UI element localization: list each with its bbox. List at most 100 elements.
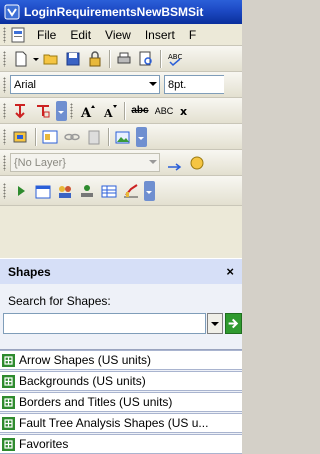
- small-caps-button[interactable]: ABC: [152, 100, 176, 122]
- format-toolbar: Arial 8pt.: [0, 72, 242, 98]
- menu-file[interactable]: File: [30, 28, 63, 42]
- window-title-bar[interactable]: LoginRequirementsNewBSMSit: [0, 0, 242, 24]
- menu-bar: File Edit View Insert F: [0, 24, 242, 46]
- stencil-item[interactable]: Borders and Titles (US units): [0, 392, 242, 412]
- open-button[interactable]: [40, 48, 62, 70]
- clipboard-icon: [88, 130, 100, 144]
- toolbar-grip[interactable]: [3, 76, 6, 93]
- new-dropdown[interactable]: [32, 48, 40, 70]
- subscript-button[interactable]: x: [176, 100, 198, 122]
- shapes-panel-header: Shapes ×: [0, 258, 242, 284]
- text-direction-button[interactable]: [10, 100, 32, 122]
- arrow-right-icon: [228, 318, 239, 329]
- strikethrough-button[interactable]: abc: [128, 100, 152, 122]
- increase-font-button[interactable]: A: [77, 100, 99, 122]
- calendar-icon: [35, 185, 51, 198]
- menubar-grip[interactable]: [3, 26, 6, 43]
- stencil-icon: [2, 374, 15, 388]
- clipboard-button[interactable]: [83, 126, 105, 148]
- people-button[interactable]: [54, 180, 76, 202]
- svg-text:A: A: [103, 107, 113, 119]
- search-go-button[interactable]: [225, 313, 242, 334]
- search-options-dropdown[interactable]: [207, 313, 223, 334]
- stencil-item[interactable]: Backgrounds (US units): [0, 371, 242, 391]
- toolbar-overflow-chevron[interactable]: [56, 100, 67, 121]
- font-size-combo[interactable]: 8pt.: [164, 75, 224, 94]
- layer-combo[interactable]: {No Layer}: [10, 153, 160, 172]
- format-painter-button[interactable]: [10, 126, 32, 148]
- close-icon[interactable]: ×: [226, 264, 234, 279]
- drawing-toolbar: [0, 124, 242, 150]
- layer-value: {No Layer}: [14, 156, 66, 169]
- format-shape-icon: [13, 131, 27, 142]
- save-button[interactable]: [62, 48, 84, 70]
- toolbar-dock-area: [0, 206, 242, 258]
- spelling-button[interactable]: ABC: [164, 48, 186, 70]
- developer-toolbar: [0, 176, 242, 206]
- font-name-combo[interactable]: Arial: [10, 75, 160, 94]
- text-block-button[interactable]: [32, 100, 54, 122]
- stencil-item[interactable]: Fault Tree Analysis Shapes (US u...: [0, 413, 242, 433]
- lock-icon: [89, 50, 101, 66]
- decrease-font-icon: A: [103, 104, 117, 119]
- run-button[interactable]: [10, 180, 32, 202]
- calendar-button[interactable]: [32, 180, 54, 202]
- permission-button[interactable]: [84, 48, 106, 70]
- visio-app-icon: [4, 4, 20, 20]
- chart-icon: [124, 183, 138, 197]
- toolbar-grip[interactable]: [3, 128, 6, 145]
- text-block-red-icon: [15, 103, 25, 118]
- stencil-icon: [2, 395, 15, 409]
- svg-text:A: A: [80, 106, 92, 119]
- hyperlink-button[interactable]: [61, 126, 83, 148]
- toolbar-separator: [124, 101, 125, 120]
- menu-edit[interactable]: Edit: [63, 28, 98, 42]
- chevron-down-icon[interactable]: [149, 82, 157, 90]
- spelling-check-icon: ABC: [168, 53, 182, 66]
- text-toolbar: A A abc ABC x: [0, 98, 242, 124]
- chevron-down-icon[interactable]: [149, 160, 157, 168]
- document-icon[interactable]: [10, 27, 26, 43]
- org-chart-icon: [81, 184, 93, 197]
- layer-toolbar: {No Layer}: [0, 150, 242, 176]
- new-button[interactable]: [10, 48, 32, 70]
- svg-text:x: x: [180, 105, 187, 118]
- toolbar-grip[interactable]: [3, 102, 6, 119]
- toolbar-grip[interactable]: [3, 182, 6, 199]
- toolbar-overflow-chevron[interactable]: [136, 126, 147, 147]
- stencil-item[interactable]: Favorites: [0, 434, 242, 454]
- page-button[interactable]: [39, 126, 61, 148]
- new-document-icon: [15, 51, 27, 66]
- text-rotate-red-icon: [37, 104, 50, 117]
- stencil-label: Borders and Titles (US units): [19, 395, 173, 409]
- toolbar-separator: [109, 49, 110, 68]
- people-icon: [59, 185, 71, 198]
- toolbar-separator: [160, 49, 161, 68]
- menu-insert[interactable]: Insert: [138, 28, 182, 42]
- toolbar-grip[interactable]: [3, 50, 6, 67]
- menu-format[interactable]: F: [182, 28, 203, 42]
- print-button[interactable]: [113, 48, 135, 70]
- decrease-font-button[interactable]: A: [99, 100, 121, 122]
- shapes-search-area: Search for Shapes:: [0, 284, 242, 350]
- insert-picture-button[interactable]: [112, 126, 134, 148]
- fill-color-button[interactable]: [186, 152, 208, 174]
- font-name-value: Arial: [14, 78, 37, 91]
- org-chart-button[interactable]: [76, 180, 98, 202]
- stencil-label: Arrow Shapes (US units): [19, 353, 152, 367]
- chart-button[interactable]: [120, 180, 142, 202]
- menu-view[interactable]: View: [98, 28, 138, 42]
- window-title: LoginRequirementsNewBSMSit: [24, 5, 204, 19]
- toolbar-overflow-chevron[interactable]: [144, 180, 155, 201]
- stencil-item[interactable]: Arrow Shapes (US units): [0, 350, 242, 370]
- print-preview-icon: [139, 51, 152, 65]
- print-preview-button[interactable]: [135, 48, 157, 70]
- toolbar-grip[interactable]: [70, 102, 73, 119]
- table-button[interactable]: [98, 180, 120, 202]
- search-input[interactable]: [3, 313, 206, 334]
- line-style-button[interactable]: [164, 152, 186, 174]
- stencil-label: Backgrounds (US units): [19, 374, 146, 388]
- stencil-label: Favorites: [19, 437, 69, 451]
- toolbar-grip[interactable]: [3, 154, 6, 171]
- shapes-panel-title: Shapes: [8, 264, 51, 279]
